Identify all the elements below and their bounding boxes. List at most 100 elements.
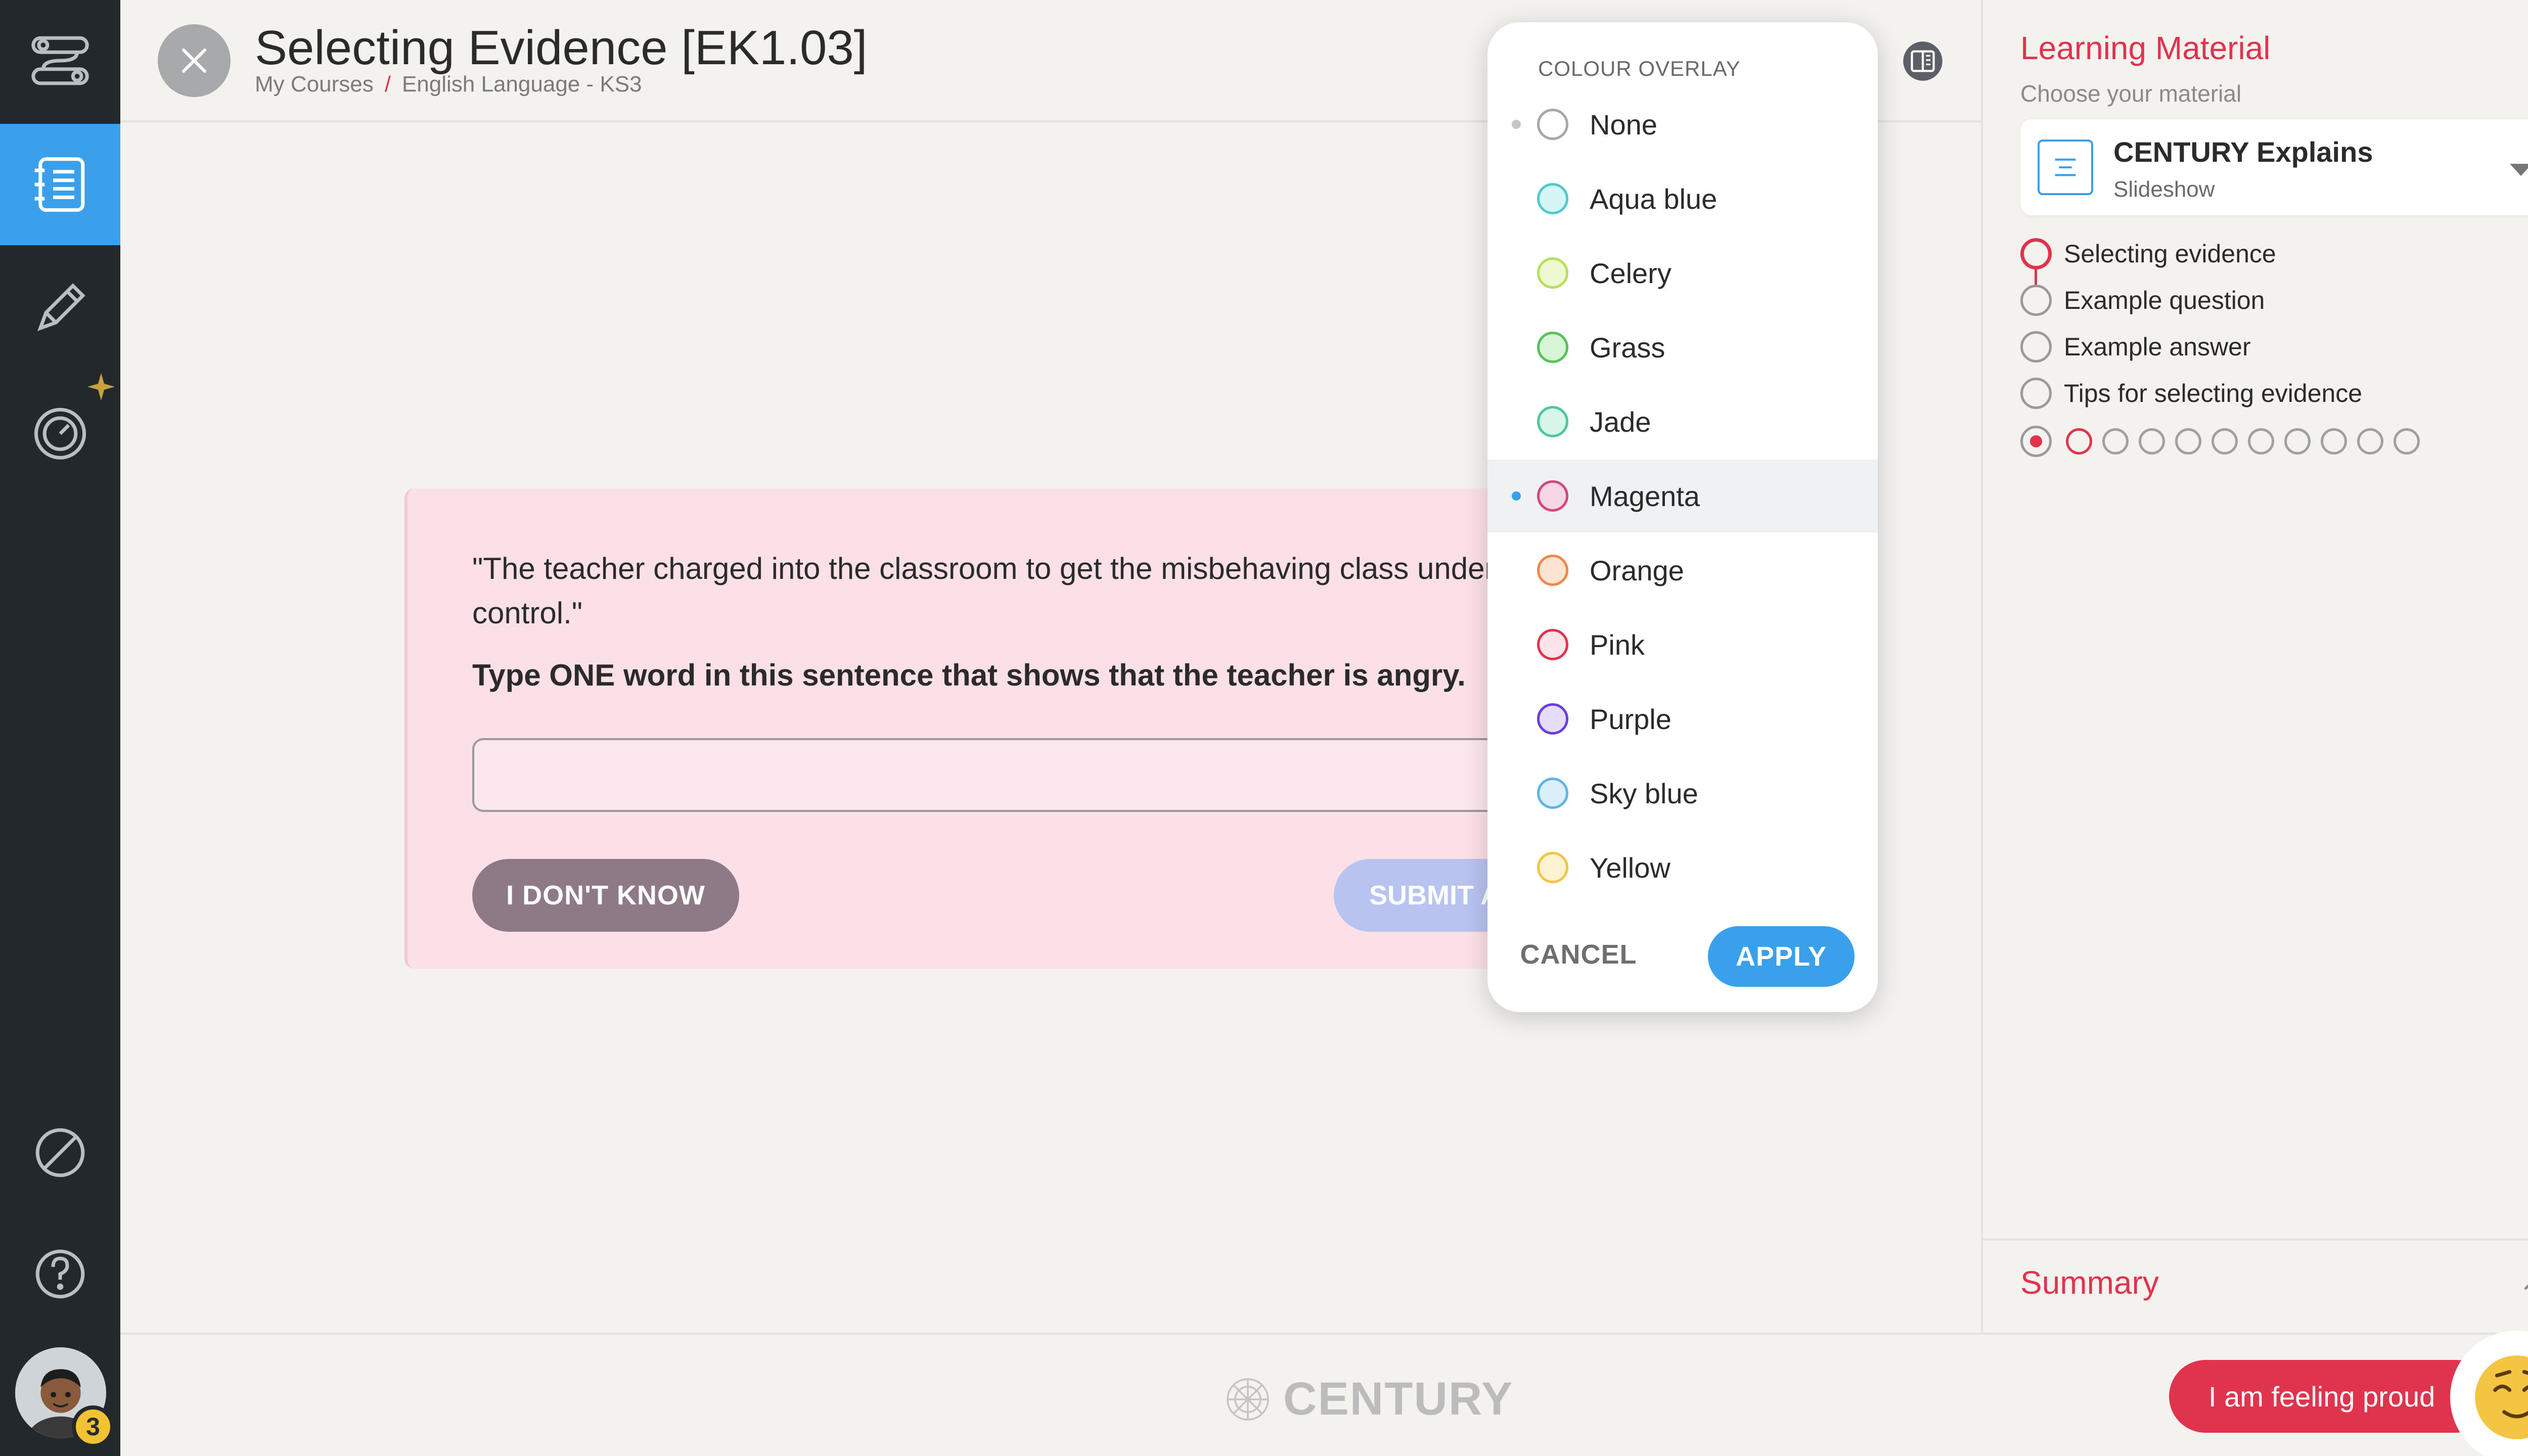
colour-swatch-icon	[1537, 109, 1568, 140]
rail-pencil-button[interactable]	[0, 248, 120, 369]
selected-marker-icon	[1512, 640, 1521, 649]
colour-option-sky-blue[interactable]: Sky blue	[1487, 757, 1878, 830]
learning-material-panel: Learning Material Choose your material C…	[1981, 0, 2528, 1335]
colour-overlay-popup: COLOUR OVERLAY None Aqua blue Celery Grass J…	[1487, 22, 1878, 1012]
colour-option-jade[interactable]: Jade	[1487, 385, 1878, 458]
page-title: Selecting Evidence [EK1.03]	[255, 21, 868, 75]
pager-dot[interactable]	[2394, 428, 2420, 454]
colour-option-orange[interactable]: Orange	[1487, 534, 1878, 607]
colour-option-label: Purple	[1590, 703, 1672, 735]
step-label: Selecting evidence	[2064, 240, 2276, 268]
path-nodes-icon	[31, 36, 89, 85]
selected-marker-icon	[1512, 120, 1521, 129]
colour-option-label: Orange	[1590, 554, 1684, 586]
rail-pathway-button[interactable]	[0, 0, 120, 121]
apply-button[interactable]: APPLY	[1708, 926, 1855, 987]
step-item-example-question[interactable]: Example question	[2020, 280, 2265, 321]
summary-label: Summary	[2020, 1264, 2159, 1301]
step-label: Example answer	[2064, 333, 2251, 361]
selected-marker-icon	[1512, 863, 1521, 872]
pencil-icon	[37, 283, 85, 332]
cancel-button[interactable]: CANCEL	[1520, 924, 1637, 985]
proud-face-icon	[2475, 1355, 2528, 1439]
selected-marker-icon	[1512, 194, 1521, 203]
breadcrumb-my-courses[interactable]: My Courses	[255, 72, 374, 97]
colour-option-label: Aqua blue	[1590, 183, 1718, 215]
selected-marker-icon	[1512, 714, 1521, 723]
step-ring-icon	[2020, 378, 2052, 409]
sparkle-icon	[87, 373, 115, 400]
material-select-type: Slideshow	[2113, 177, 2215, 202]
breadcrumb-separator: /	[384, 72, 391, 97]
chevron-up-icon[interactable]	[2519, 1269, 2528, 1299]
colour-swatch-icon	[1537, 703, 1568, 735]
step-label: Example question	[2064, 286, 2265, 314]
dont-know-button[interactable]: I DON'T KNOW	[472, 859, 739, 932]
colour-option-magenta[interactable]: Magenta	[1487, 460, 1878, 532]
pager-dot[interactable]	[2139, 428, 2165, 454]
colour-swatch-icon	[1537, 257, 1568, 289]
no-entry-icon	[35, 1128, 85, 1177]
colour-option-grass[interactable]: Grass	[1487, 311, 1878, 384]
pager-current-icon	[2020, 426, 2052, 457]
colour-overlay-toggle-icon[interactable]	[1901, 39, 1945, 83]
question-quote: "The teacher charged into the classroom …	[472, 552, 1495, 630]
colour-option-yellow[interactable]: Yellow	[1487, 831, 1878, 904]
colour-swatch-icon	[1537, 406, 1568, 437]
rail-notebook-button[interactable]	[0, 124, 120, 245]
step-ring-icon	[2020, 238, 2052, 269]
colour-option-label: Yellow	[1590, 851, 1671, 884]
colour-option-label: None	[1590, 108, 1657, 141]
step-item-example-answer[interactable]: Example answer	[2020, 327, 2251, 367]
colour-swatch-icon	[1537, 480, 1568, 512]
slideshow-icon	[2038, 140, 2093, 195]
rail-help-button[interactable]	[0, 1213, 120, 1335]
selected-marker-icon	[1512, 789, 1521, 798]
breadcrumb-course[interactable]: English Language - KS3	[402, 72, 642, 97]
step-label: Tips for selecting evidence	[2064, 379, 2363, 407]
colour-option-pink[interactable]: Pink	[1487, 608, 1878, 681]
notebook-icon	[34, 157, 85, 212]
selected-marker-icon	[1512, 491, 1521, 500]
pager-dot[interactable]	[2321, 428, 2347, 454]
material-select-title: CENTURY Explains	[2113, 136, 2373, 168]
pager-dot[interactable]	[2284, 428, 2311, 454]
learning-material-title: Learning Material	[2020, 30, 2271, 66]
colour-overlay-title: COLOUR OVERLAY	[1538, 57, 1741, 80]
colour-option-label: Grass	[1590, 331, 1665, 363]
footer: CENTURY	[120, 1333, 2528, 1456]
pager-dot[interactable]	[2175, 428, 2201, 454]
pager-dot[interactable]	[2102, 428, 2129, 454]
slide-pager	[2020, 424, 2430, 459]
gauge-icon	[34, 407, 86, 460]
pager-dot[interactable]	[2248, 428, 2274, 454]
pager-dot[interactable]	[2211, 428, 2238, 454]
colour-swatch-icon	[1537, 555, 1568, 586]
step-item-tips[interactable]: Tips for selecting evidence	[2020, 373, 2362, 414]
question-card: "The teacher charged into the classroom …	[404, 488, 1546, 969]
pager-dot[interactable]	[2357, 428, 2383, 454]
colour-option-label: Magenta	[1590, 480, 1700, 512]
close-button[interactable]	[158, 24, 231, 97]
century-logo-icon	[1227, 1378, 1269, 1421]
century-brand: CENTURY	[1223, 1373, 1513, 1426]
step-item-selecting-evidence[interactable]: Selecting evidence	[2020, 234, 2276, 274]
summary-section[interactable]: Summary	[1983, 1239, 2528, 1335]
answer-input[interactable]	[472, 738, 1520, 812]
colour-swatch-icon	[1537, 332, 1568, 363]
colour-option-none[interactable]: None	[1487, 88, 1878, 161]
mood-button[interactable]: I am feeling proud	[2169, 1360, 2493, 1433]
rail-no-entry-button[interactable]	[0, 1092, 120, 1213]
chevron-down-icon	[2510, 164, 2528, 176]
pager-dot[interactable]	[2066, 428, 2092, 454]
colour-option-celery[interactable]: Celery	[1487, 237, 1878, 309]
material-select[interactable]: CENTURY Explains Slideshow	[2020, 119, 2528, 215]
colour-option-label: Sky blue	[1590, 777, 1698, 809]
selected-marker-icon	[1512, 417, 1521, 426]
colour-option-label: Pink	[1590, 628, 1645, 661]
colour-option-aqua-blue[interactable]: Aqua blue	[1487, 162, 1878, 235]
step-ring-icon	[2020, 331, 2052, 362]
colour-option-label: Jade	[1590, 405, 1651, 438]
colour-option-purple[interactable]: Purple	[1487, 682, 1878, 755]
colour-swatch-icon	[1537, 852, 1568, 883]
